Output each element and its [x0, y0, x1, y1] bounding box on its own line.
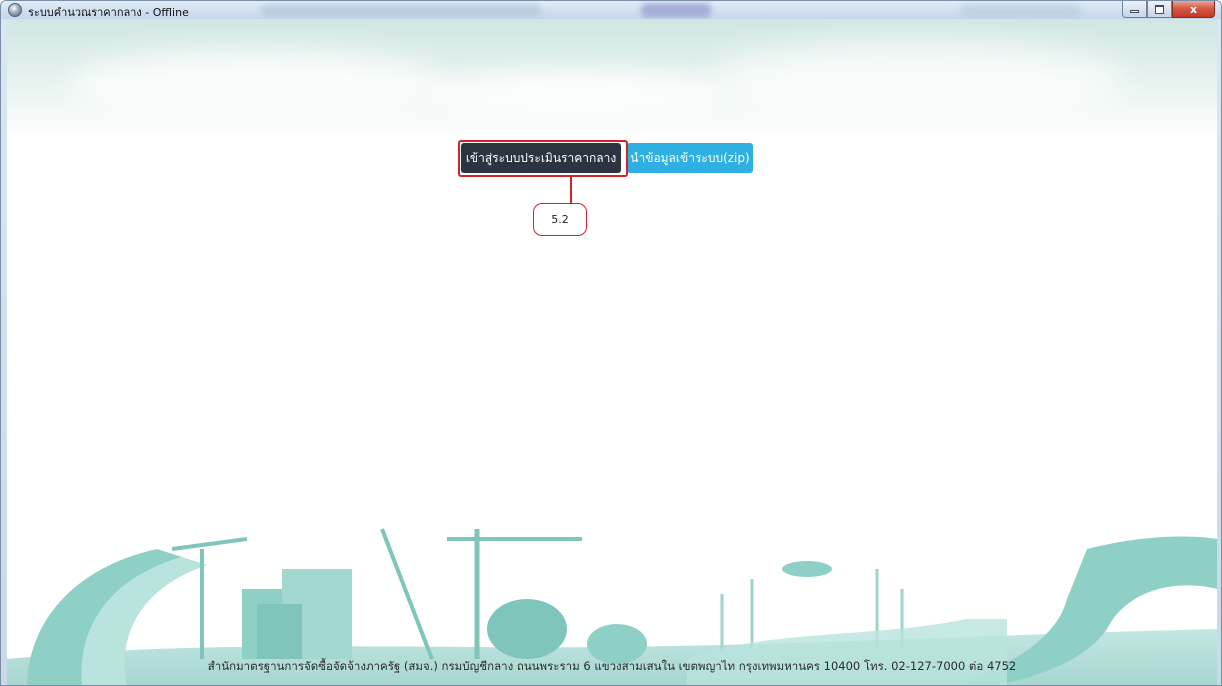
cloud-decoration — [707, 41, 1127, 121]
cloud-decoration — [67, 49, 447, 119]
annotation-step-label: 5.2 — [533, 203, 587, 236]
blurred-region — [261, 4, 541, 16]
close-button[interactable]: x — [1172, 1, 1215, 18]
maximize-icon — [1155, 4, 1164, 14]
blurred-region — [641, 3, 711, 17]
cloud-decoration — [427, 69, 727, 119]
window-controls: x — [1122, 1, 1215, 18]
app-window: ระบบคำนวณราคากลาง - Offline x เข้าสู่ระบ… — [0, 0, 1222, 686]
app-icon — [8, 3, 22, 17]
footer-address: สำนักมาตรฐานการจัดซื้อจัดจ้างภาครัฐ (สมจ… — [207, 659, 1017, 673]
title-bar[interactable]: ระบบคำนวณราคากลาง - Offline x — [1, 1, 1221, 19]
close-icon: x — [1189, 2, 1198, 16]
annotation-callout-line — [570, 177, 572, 203]
action-buttons: เข้าสู่ระบบประเมินราคากลาง นำข้อมูลเข้าร… — [461, 143, 753, 173]
minimize-icon — [1130, 10, 1139, 13]
client-area: เข้าสู่ระบบประเมินราคากลาง นำข้อมูลเข้าร… — [7, 19, 1217, 685]
header-banner — [7, 19, 1217, 139]
maximize-button[interactable] — [1147, 1, 1172, 18]
blurred-region — [961, 4, 1081, 16]
import-zip-button[interactable]: นำข้อมูลเข้าระบบ(zip) — [627, 143, 753, 173]
minimize-button[interactable] — [1122, 1, 1147, 18]
enter-price-evaluation-button[interactable]: เข้าสู่ระบบประเมินราคากลาง — [461, 143, 621, 173]
